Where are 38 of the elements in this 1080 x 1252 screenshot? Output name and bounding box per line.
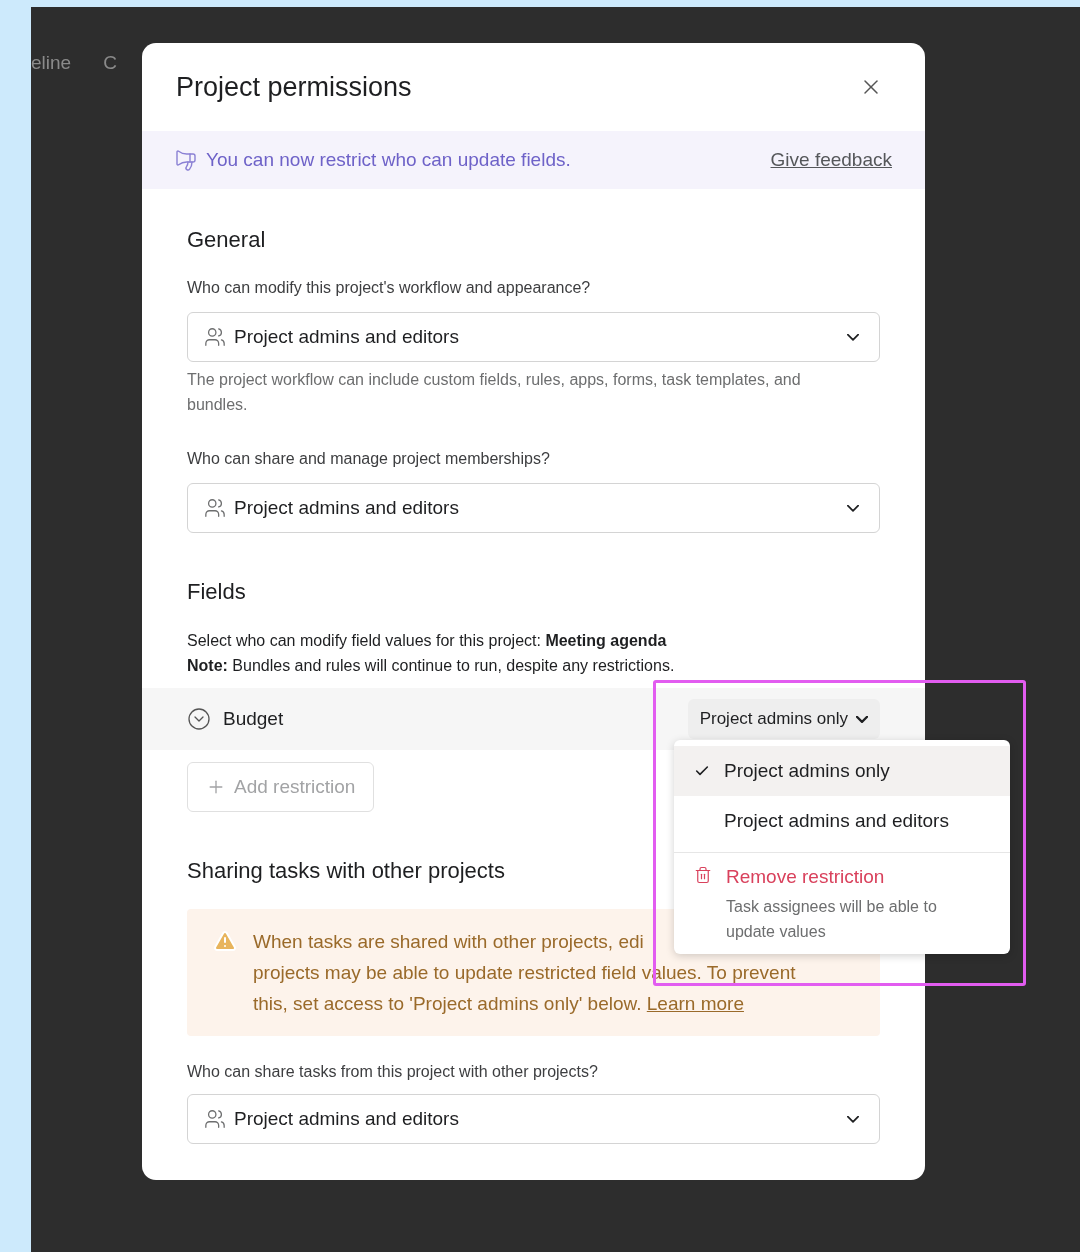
fields-description: Select who can modify field values for this project: Meeting agenda	[187, 631, 668, 651]
warning-text: this, set access to 'Project admins only' below. Learn more	[253, 992, 744, 1016]
feedback-link[interactable]: Give feedback	[770, 145, 892, 175]
menu-option[interactable]: Project admins only	[674, 746, 1010, 796]
banner-text: You can now restrict who can update fields.	[206, 147, 572, 172]
section-heading: Sharing tasks with other projects	[187, 857, 505, 885]
access-select[interactable]: Project admins only	[687, 699, 880, 739]
chevron-down-icon	[847, 1115, 859, 1123]
dialog-title: Project permissions	[176, 70, 412, 104]
tab-label[interactable]: C	[103, 49, 117, 78]
people-icon	[204, 1108, 226, 1130]
remove-description: Task assignees will be able to update values	[726, 896, 938, 942]
question-label: Who can modify this project's workflow and appearance?	[187, 278, 592, 298]
warning-icon	[213, 929, 237, 953]
permission-select[interactable]: Project admins and editors	[187, 312, 880, 362]
tab-label[interactable]: eline	[31, 49, 72, 78]
question-label: Who can share tasks from this project with other projects?	[187, 1062, 599, 1082]
megaphone-icon	[174, 148, 198, 172]
permission-select[interactable]: Project admins and editors	[187, 1094, 880, 1144]
section-heading: General	[187, 226, 267, 254]
section-heading: Fields	[187, 578, 247, 606]
people-icon	[204, 326, 226, 348]
warning-text: When tasks are shared with other projects, edi	[253, 930, 644, 954]
chevron-down-icon	[847, 504, 859, 512]
remove-option[interactable]: Remove restriction Task assignees will be able to update values	[674, 853, 1010, 948]
trash-icon	[694, 866, 712, 884]
permission-select[interactable]: Project admins and editors	[187, 483, 880, 533]
chevron-down-icon	[856, 715, 868, 723]
remove-label: Remove restriction	[726, 865, 886, 889]
people-icon	[204, 497, 226, 519]
learn-more-link[interactable]: Learn more	[646, 993, 744, 1014]
question-label: Who can share and manage project memberships?	[187, 449, 551, 469]
menu-option[interactable]: Project admins and editors	[674, 796, 1010, 846]
fields-note: Note: Bundles and rules will continue to run, despite any restrictions.	[187, 656, 676, 676]
help-text: The project workflow can include custom fields, rules, apps, forms, task templates, and bundles.	[187, 370, 802, 415]
field-name: Budget	[223, 706, 285, 731]
chevron-down-icon	[847, 333, 859, 341]
circle-chevron-icon[interactable]	[187, 707, 211, 731]
